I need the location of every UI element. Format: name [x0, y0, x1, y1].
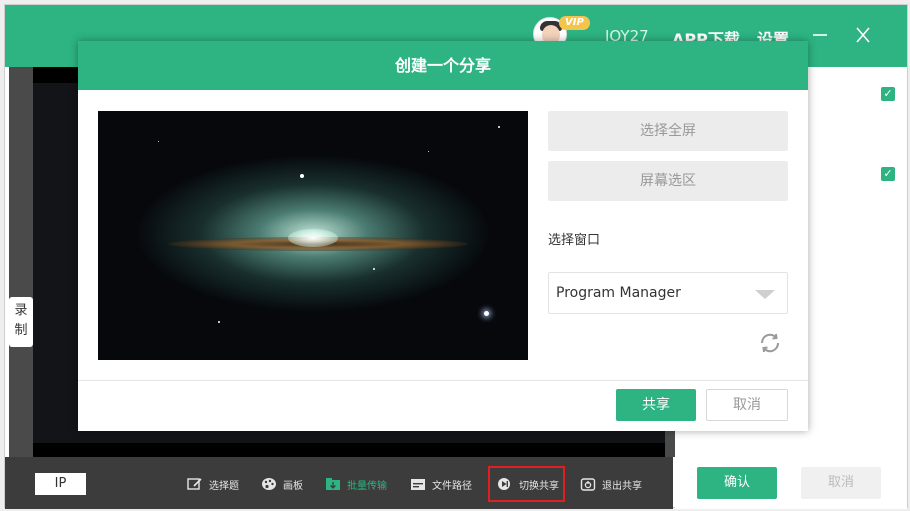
- palette-icon: [261, 477, 277, 491]
- tool-label: 切换共享: [519, 480, 559, 492]
- vip-badge: VIP: [559, 16, 590, 30]
- tool-switch-share[interactable]: 切换共享: [497, 475, 559, 493]
- tool-label: 画板: [283, 480, 303, 492]
- tool-exit-share[interactable]: 退出共享: [580, 475, 642, 493]
- record-side-tab[interactable]: 录制: [9, 297, 33, 347]
- switch-share-icon: [497, 477, 513, 491]
- window-select[interactable]: Program Manager: [548, 272, 788, 314]
- edit-icon: [187, 477, 203, 491]
- batch-transfer-icon: [325, 477, 341, 491]
- tool-file-path[interactable]: 文件路径: [410, 475, 472, 493]
- checkbox-icon[interactable]: ✓: [881, 167, 895, 181]
- star: [158, 141, 159, 142]
- minimize-icon[interactable]: [808, 23, 832, 47]
- screen-region-button[interactable]: 屏幕选区: [548, 161, 788, 201]
- bottom-toolbar: IP 选择题 画板 批量传输 文件路径 切换共享 退出共享: [5, 457, 673, 509]
- tool-label: 退出共享: [602, 480, 642, 492]
- window-select-value: Program Manager: [556, 285, 681, 301]
- checkbox-icon[interactable]: ✓: [881, 87, 895, 101]
- tool-label: 文件路径: [432, 480, 472, 492]
- tool-palette[interactable]: 画板: [261, 475, 303, 493]
- exit-share-icon: [580, 477, 596, 491]
- share-button[interactable]: 共享: [616, 389, 696, 421]
- tool-choice-question[interactable]: 选择题: [187, 475, 239, 493]
- ip-button[interactable]: IP: [35, 473, 86, 495]
- chevron-down-icon: [755, 290, 775, 299]
- refresh-icon[interactable]: [758, 331, 782, 355]
- dialog-divider: [78, 380, 808, 381]
- folder-icon: [410, 477, 426, 491]
- star: [428, 151, 429, 152]
- dialog-title: 创建一个分享: [78, 41, 808, 90]
- galaxy-core: [288, 229, 338, 247]
- tool-label: 选择题: [209, 480, 239, 492]
- tool-label: 批量传输: [347, 480, 387, 492]
- star: [218, 321, 220, 323]
- preview-bottom-band: [33, 443, 665, 457]
- close-icon[interactable]: [851, 23, 875, 47]
- select-window-label: 选择窗口: [548, 233, 601, 248]
- star: [300, 174, 304, 178]
- create-share-dialog: 创建一个分享 选择全屏 屏幕选区 选择窗口 Program Manager 共享…: [78, 41, 808, 431]
- window-preview-image: [98, 111, 528, 360]
- panel-cancel-button[interactable]: 取消: [801, 467, 881, 499]
- confirm-button[interactable]: 确认: [697, 467, 777, 499]
- tool-batch-transfer[interactable]: 批量传输: [325, 475, 387, 493]
- star: [373, 268, 375, 270]
- star: [498, 126, 500, 128]
- cancel-button[interactable]: 取消: [706, 389, 788, 421]
- select-fullscreen-button[interactable]: 选择全屏: [548, 111, 788, 151]
- star: [484, 311, 489, 316]
